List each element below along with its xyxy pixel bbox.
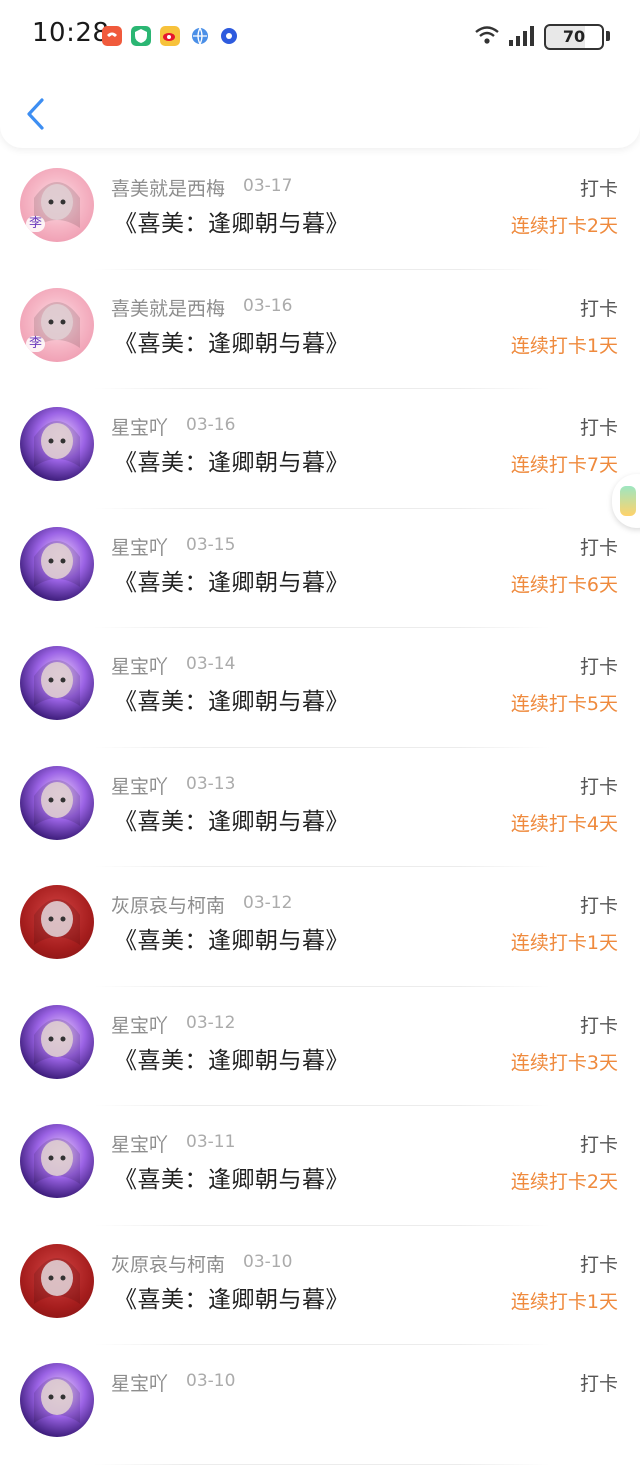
book-title[interactable]: 《喜美：逢卿朝与暮》: [114, 324, 349, 358]
avatar[interactable]: [20, 1124, 94, 1198]
streak-count: 连续打卡1天: [510, 1290, 618, 1313]
book-title[interactable]: 《喜美：逢卿朝与暮》: [114, 1160, 349, 1194]
user-name: 灰原哀与柯南: [111, 1253, 226, 1276]
list-item[interactable]: 星宝吖 03-13 《喜美：逢卿朝与暮》 打卡 连续打卡4天: [0, 748, 640, 867]
list-item[interactable]: 星宝吖 03-14 《喜美：逢卿朝与暮》 打卡 连续打卡5天: [0, 628, 640, 748]
user-name: 星宝吖: [111, 417, 169, 439]
checkin-date: 03-12: [186, 1012, 236, 1033]
streak-count: 连续打卡7天: [510, 454, 618, 476]
book-title[interactable]: 《喜美：逢卿朝与暮》: [114, 921, 349, 955]
checkin-label: 打卡: [579, 1253, 618, 1276]
streak-count: 连续打卡3天: [510, 1051, 618, 1074]
book-title[interactable]: 《喜美：逢卿朝与暮》: [114, 1280, 349, 1314]
streak-count: 连续打卡4天: [510, 812, 618, 835]
user-name: 星宝吖: [111, 1134, 169, 1156]
checkin-label: 打卡: [579, 1373, 618, 1395]
checkin-label: 打卡: [579, 536, 618, 559]
avatar[interactable]: [20, 646, 94, 720]
checkin-date: 03-11: [186, 1132, 236, 1152]
streak-count: 连续打卡2天: [510, 1171, 618, 1193]
checkin-label: 打卡: [579, 1134, 618, 1156]
book-title[interactable]: 《喜美：逢卿朝与暮》: [114, 802, 349, 836]
user-name: 星宝吖: [111, 536, 169, 559]
list-item[interactable]: 灰原哀与柯南 03-12 《喜美：逢卿朝与暮》 打卡 连续打卡1天: [0, 867, 640, 987]
book-title[interactable]: 《喜美：逢卿朝与暮》: [114, 1041, 349, 1075]
list-item[interactable]: 灰原哀与柯南 03-10 《喜美：逢卿朝与暮》 打卡 连续打卡1天: [0, 1226, 640, 1345]
list-item[interactable]: 星宝吖 03-10 打卡: [0, 1345, 640, 1465]
book-title[interactable]: 《喜美：逢卿朝与暮》: [114, 682, 349, 716]
checkin-date: 03-16: [243, 295, 293, 316]
avatar[interactable]: [20, 1363, 94, 1437]
list-item[interactable]: 星宝吖 03-16 《喜美：逢卿朝与暮》 打卡 连续打卡7天: [0, 389, 640, 509]
user-name: 星宝吖: [111, 1014, 169, 1037]
top-header: 10:28 70: [0, 0, 640, 148]
signal-icon: [509, 26, 534, 46]
streak-count: 连续打卡2天: [510, 215, 618, 237]
user-name: 星宝吖: [111, 1373, 169, 1395]
avatar[interactable]: [20, 1004, 94, 1079]
checkin-date: 03-15: [186, 534, 236, 555]
checkin-label: 打卡: [579, 656, 618, 678]
checkin-date: 03-13: [186, 773, 236, 794]
status-bar: 10:28 70: [0, 0, 640, 72]
app-circle-icon: [219, 26, 239, 46]
user-name: 星宝吖: [111, 656, 169, 678]
checkin-date: 03-17: [243, 176, 293, 196]
list-item[interactable]: 星宝吖 03-11 《喜美：逢卿朝与暮》 打卡 连续打卡2天: [0, 1106, 640, 1226]
checkin-date: 03-10: [186, 1371, 236, 1391]
checkin-date: 03-10: [243, 1251, 293, 1272]
list-item[interactable]: 李 喜美就是西梅 03-17 《喜美：逢卿朝与暮》 打卡 连续打卡2天: [0, 150, 640, 270]
checkin-label: 打卡: [579, 178, 618, 200]
streak-count: 连续打卡6天: [510, 573, 618, 596]
user-name: 灰原哀与柯南: [111, 895, 226, 917]
status-time: 10:28: [32, 18, 110, 48]
checkin-date: 03-16: [186, 415, 236, 435]
wifi-icon: [475, 26, 499, 44]
avatar[interactable]: [20, 765, 94, 840]
battery-indicator: 70: [544, 24, 604, 50]
list-item[interactable]: 星宝吖 03-15 《喜美：逢卿朝与暮》 打卡 连续打卡6天: [0, 509, 640, 628]
checkin-list: 李 喜美就是西梅 03-17 《喜美：逢卿朝与暮》 打卡 连续打卡2天 李 喜美…: [0, 150, 640, 1465]
streak-count: 连续打卡1天: [510, 932, 618, 954]
avatar[interactable]: 李: [20, 287, 94, 362]
shield-app-icon: [131, 26, 151, 46]
book-title[interactable]: 《喜美：逢卿朝与暮》: [114, 443, 349, 477]
avatar[interactable]: [20, 407, 94, 481]
checkin-date: 03-12: [243, 893, 293, 913]
list-item[interactable]: 星宝吖 03-12 《喜美：逢卿朝与暮》 打卡 连续打卡3天: [0, 987, 640, 1106]
user-name: 星宝吖: [111, 775, 169, 798]
book-title[interactable]: 《喜美：逢卿朝与暮》: [114, 563, 349, 597]
avatar[interactable]: [20, 1243, 94, 1318]
divider: [94, 1463, 550, 1465]
avatar[interactable]: [20, 885, 94, 959]
weibo-app-icon: [160, 26, 180, 46]
list-item[interactable]: 李 喜美就是西梅 03-16 《喜美：逢卿朝与暮》 打卡 连续打卡1天: [0, 270, 640, 389]
checkin-label: 打卡: [579, 297, 618, 320]
streak-count: 连续打卡1天: [510, 334, 618, 357]
avatar[interactable]: 李: [20, 168, 94, 242]
battery-tip: [606, 31, 610, 41]
avatar-badge: 李: [26, 216, 46, 232]
browser-app-icon: [190, 26, 210, 46]
book-title[interactable]: 《喜美：逢卿朝与暮》: [114, 204, 349, 238]
checkin-label: 打卡: [579, 895, 618, 917]
phone-missed-icon: [102, 26, 122, 46]
back-arrow-icon[interactable]: [24, 96, 48, 132]
checkin-date: 03-14: [186, 654, 236, 674]
user-name: 喜美就是西梅: [111, 178, 226, 200]
checkin-label: 打卡: [579, 1014, 618, 1037]
checkin-label: 打卡: [579, 775, 618, 798]
streak-count: 连续打卡5天: [510, 693, 618, 715]
user-name: 喜美就是西梅: [111, 297, 226, 320]
avatar-badge: 李: [26, 335, 46, 352]
avatar[interactable]: [20, 526, 94, 601]
checkin-label: 打卡: [579, 417, 618, 439]
